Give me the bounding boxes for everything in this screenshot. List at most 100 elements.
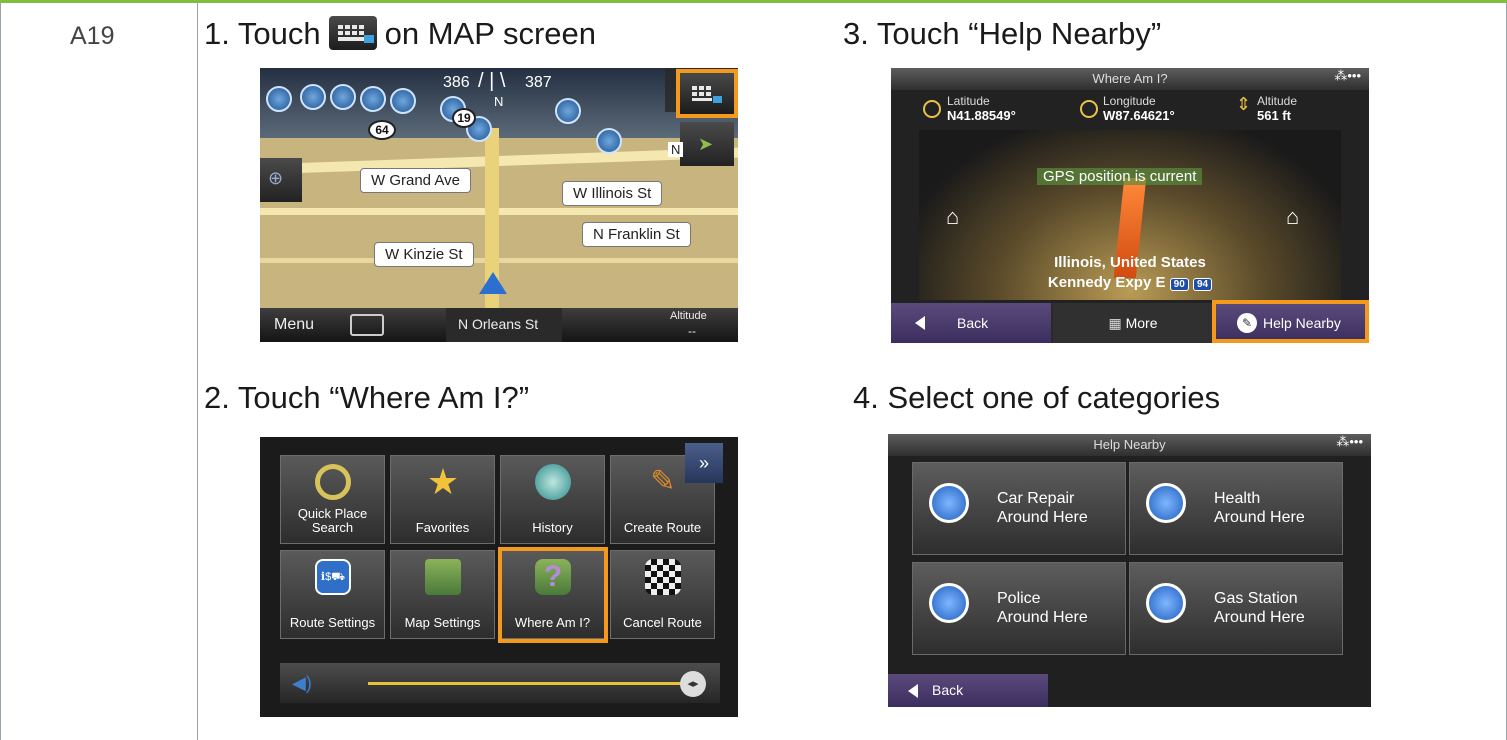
category-health[interactable]: Health Around Here xyxy=(1129,462,1343,555)
step-1-text: 1. Touch on MAP screen xyxy=(204,16,596,52)
next-page-button[interactable]: » xyxy=(685,443,723,483)
tile-favorites[interactable]: ★ Favorites xyxy=(390,455,495,544)
where-title: Where Am I? xyxy=(891,68,1369,90)
step-4-text: 4. Select one of categories xyxy=(853,380,1221,415)
category-name: Gas Station xyxy=(1214,590,1298,607)
status-icons: ⁂••• xyxy=(1336,434,1363,449)
volume-bar: ◀) ◂▸ xyxy=(280,663,720,703)
interstate-shield: 94 xyxy=(1192,278,1213,291)
keyboard-icon xyxy=(328,16,377,50)
more-button[interactable]: ▦ More xyxy=(1053,303,1213,343)
where-am-i-screenshot: Where Am I? ⁂••• Latitude N41.88549° Long… xyxy=(891,68,1369,343)
poi-icon xyxy=(300,84,326,110)
longitude: Longitude W87.64621° xyxy=(1103,94,1175,123)
step-1-post: on MAP screen xyxy=(384,16,597,51)
category-name: Health xyxy=(1214,490,1261,507)
row-id: A19 xyxy=(70,22,115,50)
map-road xyxy=(260,147,738,175)
tile-label: History xyxy=(532,520,573,535)
map-screenshot: 64 19 386 / | \ 387 N ➤ N ⊕ W Grand Ave … xyxy=(260,68,738,342)
tile-label: Map Settings xyxy=(404,615,481,630)
map-bottom-bar: Menu N Orleans St Altitude -- xyxy=(260,308,738,342)
left-home-icon: ⌂ xyxy=(946,204,960,229)
poi-icon xyxy=(596,128,622,154)
chevron-right-icon: » xyxy=(698,453,709,473)
right-home-icon: ⌂ xyxy=(1286,204,1300,229)
altitude-icon: ⇕ xyxy=(1236,94,1252,114)
highlight-help-nearby xyxy=(1212,300,1369,343)
tile-history[interactable]: History xyxy=(500,455,605,544)
star-icon: ★ xyxy=(426,461,460,502)
place-region: Illinois, United States xyxy=(1054,254,1206,271)
compass-icon: ➤ xyxy=(698,134,714,154)
category-sub: Around Here xyxy=(997,509,1088,526)
tile-map-settings[interactable]: Map Settings xyxy=(390,550,495,639)
volume-knob-icon[interactable]: ◂▸ xyxy=(680,671,706,697)
altitude: Altitude 561 ft xyxy=(1257,94,1297,123)
street-label: N Franklin St xyxy=(582,222,691,247)
eye-map-icon xyxy=(425,559,461,595)
checkered-flag-icon xyxy=(645,559,681,595)
category-gas-station[interactable]: Gas Station Around Here xyxy=(1129,562,1343,655)
altitude-label: Altitude xyxy=(670,310,707,322)
fuel-pump-icon xyxy=(1146,583,1186,623)
heading-dir: N xyxy=(494,94,504,109)
tile-label: Favorites xyxy=(415,520,470,535)
street-label: W Kinzie St xyxy=(374,242,474,267)
table-column-divider xyxy=(197,3,198,740)
side-tag: N xyxy=(668,142,684,157)
back-button[interactable]: Back xyxy=(891,303,1051,343)
category-car-repair[interactable]: Car Repair Around Here xyxy=(912,462,1126,555)
back-label: Back xyxy=(932,682,964,698)
magnifier-icon xyxy=(315,464,351,500)
place-road-name: Kennedy Expy E xyxy=(1047,274,1166,291)
highway-shield: 64 xyxy=(368,120,396,140)
menu-button[interactable]: Menu xyxy=(274,316,314,334)
clock-icon xyxy=(535,464,571,500)
tile-label: Cancel Route xyxy=(623,615,702,630)
poi-icon xyxy=(390,88,416,114)
category-sub: Around Here xyxy=(1214,509,1305,526)
back-arrow-icon xyxy=(908,684,918,698)
volume-slider[interactable] xyxy=(368,682,688,685)
poi-icon xyxy=(360,86,386,112)
tile-quick-place-search[interactable]: Quick Place Search xyxy=(280,455,385,544)
menu-screenshot: Quick Place Search ★ Favorites History ✎… xyxy=(260,437,738,717)
map-road xyxy=(260,258,738,263)
zoom-button[interactable]: ⊕ xyxy=(260,158,302,202)
category-police[interactable]: Police Around Here xyxy=(912,562,1126,655)
latitude-value: N41.88549° xyxy=(947,108,1016,123)
globe-icon xyxy=(1080,100,1098,118)
pencil-icon: ✎ xyxy=(650,465,676,498)
compass-button[interactable]: ➤ xyxy=(680,122,734,166)
table-border-left xyxy=(0,3,1,740)
more-label: More xyxy=(1125,315,1158,331)
latitude: Latitude N41.88549° xyxy=(947,94,1016,123)
car-icon xyxy=(929,483,969,523)
speaker-icon: ◀) xyxy=(292,673,312,693)
category-name: Police xyxy=(997,590,1041,607)
map-view-icon[interactable] xyxy=(350,314,384,336)
highlight-keyboard xyxy=(676,69,738,118)
step-3-text: 3. Touch “Help Nearby” xyxy=(843,16,1162,51)
highlight-where-am-i xyxy=(498,547,608,643)
altitude-label: Altitude xyxy=(1257,94,1298,108)
top-rule xyxy=(0,0,1507,3)
altitude-value: 561 ft xyxy=(1257,108,1291,123)
category-sub: Around Here xyxy=(997,609,1088,626)
altitude-value: -- xyxy=(688,324,696,338)
status-icons: ⁂••• xyxy=(1334,68,1361,83)
heading-left: 386 xyxy=(443,74,470,91)
tile-route-settings[interactable]: ℹ$⛟ Route Settings xyxy=(280,550,385,639)
category-sub: Around Here xyxy=(1214,609,1305,626)
step-1-pre: 1. Touch xyxy=(204,16,321,51)
place-road: Kennedy Expy E 90 94 xyxy=(891,274,1369,291)
longitude-value: W87.64621° xyxy=(1103,108,1175,123)
interstate-shield: 90 xyxy=(1169,278,1189,291)
back-button[interactable]: Back xyxy=(888,674,1048,707)
map-road xyxy=(260,208,738,215)
poi-icon xyxy=(555,98,581,124)
category-name: Car Repair xyxy=(997,490,1075,507)
tile-cancel-route[interactable]: Cancel Route xyxy=(610,550,715,639)
tile-label: Quick Place Search xyxy=(297,506,368,535)
